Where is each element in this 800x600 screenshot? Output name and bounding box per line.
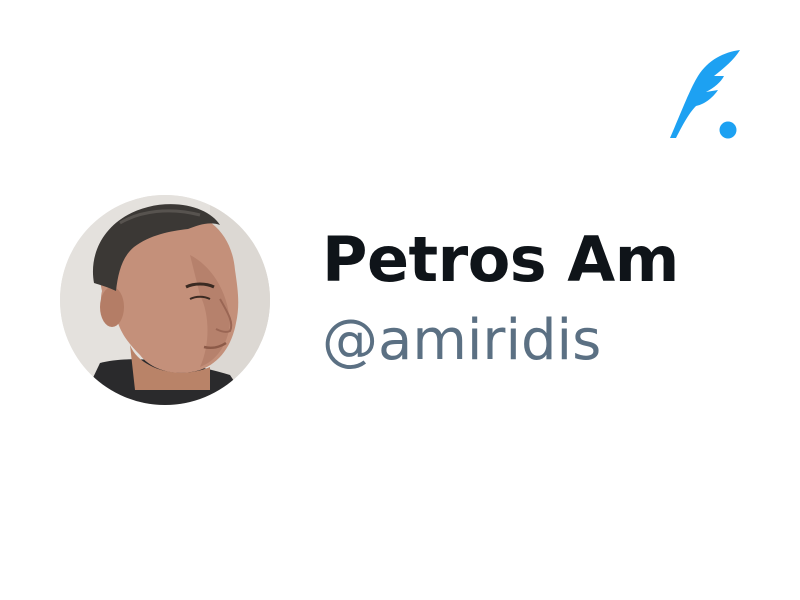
profile-card: Petros Amiridis @amiridis: [0, 0, 800, 600]
display-name-container: Petros Amiridis: [322, 222, 680, 302]
user-handle[interactable]: @amiridis: [322, 306, 601, 376]
display-name[interactable]: Petros Amiridis: [322, 222, 680, 298]
quill-logo-icon: [666, 46, 742, 142]
avatar[interactable]: [60, 195, 270, 405]
